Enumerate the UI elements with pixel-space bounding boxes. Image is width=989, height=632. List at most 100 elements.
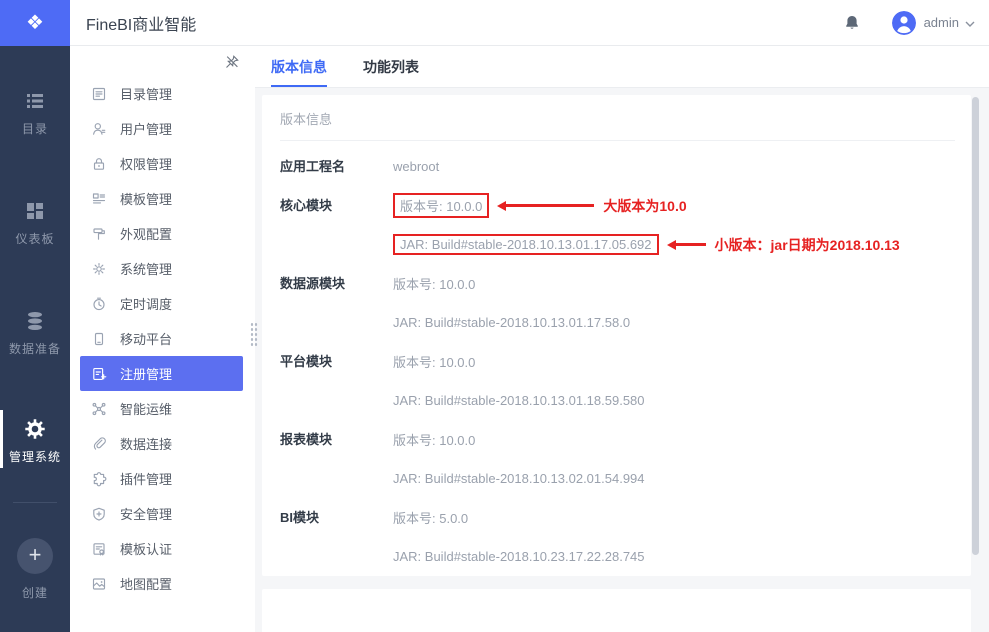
section-title-version: 版本信息	[280, 112, 333, 127]
version-row-0: 应用工程名 webroot	[280, 147, 955, 186]
sidebar-item-label: 定时调度	[120, 297, 173, 312]
version-row-5: BI模块 版本号: 5.0.0 JAR: Build#stable-2018.10.…	[280, 498, 955, 576]
database-icon	[0, 310, 70, 334]
user-avatar	[891, 10, 916, 35]
tab-version-info[interactable]: 版本信息	[271, 46, 327, 87]
version-value: JAR: Build#stable-2018.10.13.01.17.58.0	[393, 315, 631, 330]
sidebar-item-user-management[interactable]: 用户管理	[70, 111, 255, 146]
version-row-4: 报表模块 版本号: 10.0.0 JAR: Build#stable-2018.10…	[280, 420, 955, 498]
gearline-icon	[91, 261, 107, 277]
tab-feature-list[interactable]: 功能列表	[363, 46, 419, 87]
sidebar-item-label: 数据连接	[120, 437, 173, 452]
module-label: BI模块	[280, 510, 320, 525]
module-label: 核心模块	[280, 198, 333, 213]
version-line: 版本号: 10.0.0	[393, 420, 645, 459]
unpin-sidebar-icon[interactable]	[224, 54, 240, 75]
finebi-logo-icon[interactable]: ❖	[0, 0, 70, 46]
sidebar-item-label: 目录管理	[120, 87, 173, 102]
module-label: 报表模块	[280, 432, 333, 447]
sidebar-item-schedule[interactable]: 定时调度	[70, 286, 255, 321]
registration-info-card: 注册信息	[262, 589, 971, 632]
version-value: JAR: Build#stable-2018.10.13.02.01.54.99…	[393, 471, 645, 486]
plugin-icon	[91, 471, 107, 487]
primary-nav-label: 目录	[21, 122, 48, 136]
primary-nav-label: 创建	[21, 586, 48, 600]
version-value: JAR: Build#stable-2018.10.13.01.18.59.58…	[393, 393, 645, 408]
version-line: JAR: Build#stable-2018.10.23.17.22.28.74…	[393, 537, 645, 576]
user-icon	[91, 121, 107, 137]
sidebar-divider	[13, 502, 57, 503]
app-title: FineBI商业智能	[86, 16, 197, 34]
shield-icon	[91, 506, 107, 522]
list-icon	[0, 90, 70, 114]
sidebar-item-label: 智能运维	[120, 402, 173, 417]
user-menu[interactable]: admin	[891, 10, 975, 35]
sidebar-item-label: 移动平台	[120, 332, 173, 347]
username-label: admin	[923, 15, 959, 30]
map-icon	[91, 576, 107, 592]
sidebar-item-label: 用户管理	[120, 122, 173, 137]
module-label: 平台模块	[280, 354, 333, 369]
sidebar-item-data-connection[interactable]: 数据连接	[70, 426, 255, 461]
highlighted-version-value: 版本号: 10.0.0	[393, 193, 490, 218]
sidebar-item-intelligent-ops[interactable]: 智能运维	[70, 391, 255, 426]
annotation-text: 小版本：jar日期为2018.10.13	[714, 236, 900, 253]
sidebar-item-appearance-config[interactable]: 外观配置	[70, 216, 255, 251]
chevron-down-icon	[965, 14, 975, 32]
clock-icon	[91, 296, 107, 312]
annotation-arrow	[497, 200, 595, 211]
sidebar-item-system-management[interactable]: 系统管理	[70, 251, 255, 286]
version-value: 版本号: 10.0.0	[393, 433, 476, 448]
sidebar-item-catalog-management[interactable]: 目录管理	[70, 76, 255, 111]
register-icon	[91, 366, 107, 382]
version-line: JAR: Build#stable-2018.10.13.01.18.59.58…	[393, 381, 645, 420]
lock-icon	[91, 156, 107, 172]
sidebar-item-label: 插件管理	[120, 472, 173, 487]
version-value: 版本号: 10.0.0	[393, 277, 476, 292]
section-title-registration: 注册信息	[280, 589, 951, 632]
mobile-icon	[91, 331, 107, 347]
sidebar-item-template-certification[interactable]: 模板认证	[70, 531, 255, 566]
plus-icon: +	[17, 538, 53, 574]
version-line: JAR: Build#stable-2018.10.13.01.17.05.69…	[393, 225, 900, 264]
sidebar-item-plugin-management[interactable]: 插件管理	[70, 461, 255, 496]
sidebar-item-mobile-platform[interactable]: 移动平台	[70, 321, 255, 356]
version-value: JAR: Build#stable-2018.10.23.17.22.28.74…	[393, 549, 645, 564]
admin-menu: 目录管理用户管理权限管理模板管理外观配置系统管理定时调度移动平台注册管理智能运维…	[70, 46, 255, 601]
sidebar-item-label: 注册管理	[120, 367, 173, 382]
ops-icon	[91, 401, 107, 417]
primary-nav-dashboard[interactable]: 仪表板	[0, 200, 70, 247]
sidebar-item-security-management[interactable]: 安全管理	[70, 496, 255, 531]
dashboard-icon	[0, 200, 70, 224]
sidebar-item-label: 模板认证	[120, 542, 173, 557]
sidebar-item-registration-management[interactable]: 注册管理	[80, 356, 243, 391]
sidebar-item-label: 外观配置	[120, 227, 173, 242]
primary-sidebar: 目录仪表板数据准备管理系统 + 创建	[0, 46, 70, 632]
paint-icon	[91, 226, 107, 242]
version-row-3: 平台模块 版本号: 10.0.0 JAR: Build#stable-2018.10…	[280, 342, 955, 420]
tab-bar: 版本信息 功能列表	[255, 46, 989, 88]
vertical-scrollbar-thumb[interactable]	[972, 97, 979, 555]
annotation-arrow	[666, 239, 706, 250]
app-header: ❖ FineBI商业智能 admin	[0, 0, 989, 46]
module-label: 应用工程名	[280, 159, 346, 174]
version-rows: 应用工程名 webroot 核心模块 版本号: 10.0.0 大版本为10.0 JAR: …	[280, 141, 955, 576]
sidebar-item-label: 模板管理	[120, 192, 173, 207]
version-info-card: 版本信息 应用工程名 webroot 核心模块 版本号: 10.0.0 大版本为10.0…	[262, 95, 971, 576]
sidebar-item-permission-management[interactable]: 权限管理	[70, 146, 255, 181]
primary-nav-create[interactable]: + 创建	[0, 538, 70, 601]
sidebar-resize-handle[interactable]	[250, 322, 258, 348]
version-value: webroot	[393, 159, 440, 174]
link-icon	[91, 436, 107, 452]
primary-nav-data-preparation[interactable]: 数据准备	[0, 310, 70, 357]
sidebar-item-label: 安全管理	[120, 507, 173, 522]
notification-bell-icon[interactable]	[844, 14, 860, 31]
sidebar-item-template-management[interactable]: 模板管理	[70, 181, 255, 216]
version-row-1: 核心模块 版本号: 10.0.0 大版本为10.0 JAR: Build#stable…	[280, 186, 955, 264]
version-line: 版本号: 10.0.0	[393, 342, 645, 381]
sidebar-item-label: 系统管理	[120, 262, 173, 277]
primary-nav-admin-system[interactable]: 管理系统	[0, 418, 70, 465]
primary-nav-directory[interactable]: 目录	[0, 90, 70, 137]
version-value: 版本号: 5.0.0	[393, 511, 469, 526]
sidebar-item-map-config[interactable]: 地图配置	[70, 566, 255, 601]
